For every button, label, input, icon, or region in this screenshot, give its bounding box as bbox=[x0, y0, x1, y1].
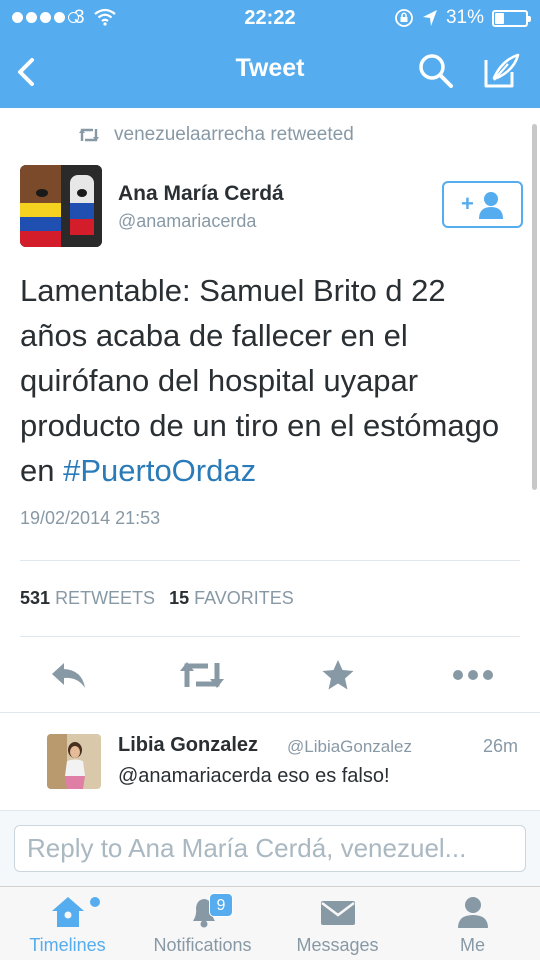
favorite-count: 15 bbox=[169, 588, 190, 608]
retweet-button[interactable] bbox=[177, 652, 227, 698]
author-name[interactable]: Ana María Cerdá bbox=[118, 182, 284, 206]
author-handle[interactable]: @anamariacerda bbox=[118, 211, 256, 232]
reply-icon bbox=[52, 663, 85, 688]
reply-text: @anamariacerda eso es falso! bbox=[118, 765, 390, 787]
retweet-context[interactable]: venezuelaarrecha retweeted bbox=[78, 124, 354, 146]
svg-text:+: + bbox=[461, 191, 474, 216]
tab-bar: Timelines 9 Notifications Messages Me bbox=[0, 886, 540, 960]
reply-time: 26m bbox=[482, 736, 518, 756]
tweet-timestamp: 19/02/2014 21:53 bbox=[20, 508, 161, 528]
favorite-button[interactable] bbox=[313, 652, 363, 698]
tab-notifications[interactable]: 9 Notifications bbox=[135, 887, 270, 960]
follow-button[interactable]: + bbox=[442, 181, 523, 228]
notification-badge: 9 bbox=[209, 893, 233, 917]
tweet-actions bbox=[0, 652, 540, 702]
nav-bar: Tweet bbox=[0, 36, 540, 108]
author-avatar[interactable] bbox=[20, 165, 102, 247]
retweet-count: 531 bbox=[20, 588, 51, 608]
rotation-lock-icon bbox=[395, 9, 413, 27]
tab-messages[interactable]: Messages bbox=[270, 887, 405, 960]
tab-timelines[interactable]: Timelines bbox=[0, 887, 135, 960]
status-bar: 3 22:22 31% bbox=[0, 0, 540, 36]
person-icon bbox=[457, 897, 488, 928]
reply-author-name[interactable]: Libia Gonzalez bbox=[118, 734, 258, 757]
header: 3 22:22 31% Tweet bbox=[0, 0, 540, 108]
hashtag-link[interactable]: #PuertoOrdaz bbox=[63, 453, 256, 488]
location-arrow-icon bbox=[422, 10, 437, 26]
more-icon bbox=[453, 670, 493, 680]
retweet-small-icon bbox=[79, 128, 99, 142]
retweet-icon bbox=[180, 662, 224, 688]
tab-me[interactable]: Me bbox=[405, 887, 540, 960]
tweet-stats: 531 RETWEETS 15 FAVORITES bbox=[20, 588, 294, 609]
new-content-dot bbox=[90, 897, 100, 907]
add-user-icon: + bbox=[461, 191, 503, 219]
battery-level bbox=[495, 12, 505, 24]
home-icon bbox=[51, 897, 84, 927]
reply-author-handle[interactable]: @LibiaGonzalez bbox=[287, 737, 412, 757]
divider bbox=[20, 560, 520, 561]
page-title: Tweet bbox=[235, 54, 305, 82]
favorite-icon bbox=[322, 660, 354, 690]
search-icon[interactable] bbox=[416, 51, 456, 91]
favorites-label: FAVORITES bbox=[194, 588, 294, 608]
tweet-text: Lamentable: Samuel Brito d 22 años acaba… bbox=[20, 268, 500, 493]
tab-label: Me bbox=[459, 935, 485, 955]
retweets-stat[interactable]: 531 RETWEETS bbox=[20, 588, 155, 609]
tab-label: Messages bbox=[296, 935, 379, 955]
divider bbox=[20, 636, 520, 637]
tab-label: Timelines bbox=[29, 935, 106, 955]
battery-percent: 31% bbox=[445, 7, 484, 28]
reply-input[interactable] bbox=[14, 825, 526, 872]
retweeted-by-label: venezuelaarrecha retweeted bbox=[114, 124, 354, 145]
reply-button[interactable] bbox=[43, 652, 93, 698]
envelope-icon bbox=[320, 901, 355, 925]
retweets-label: RETWEETS bbox=[55, 588, 156, 608]
reply-tweet[interactable]: Libia Gonzalez @LibiaGonzalez 26m @anama… bbox=[0, 712, 540, 809]
reply-composer bbox=[0, 810, 540, 886]
more-button[interactable] bbox=[448, 652, 498, 698]
reply-author-avatar[interactable] bbox=[47, 734, 101, 789]
favorites-stat[interactable]: 15 FAVORITES bbox=[169, 588, 294, 609]
tab-label: Notifications bbox=[153, 935, 252, 955]
battery-icon bbox=[492, 9, 531, 27]
scroll-indicator[interactable] bbox=[532, 124, 537, 490]
compose-icon[interactable] bbox=[480, 50, 522, 92]
